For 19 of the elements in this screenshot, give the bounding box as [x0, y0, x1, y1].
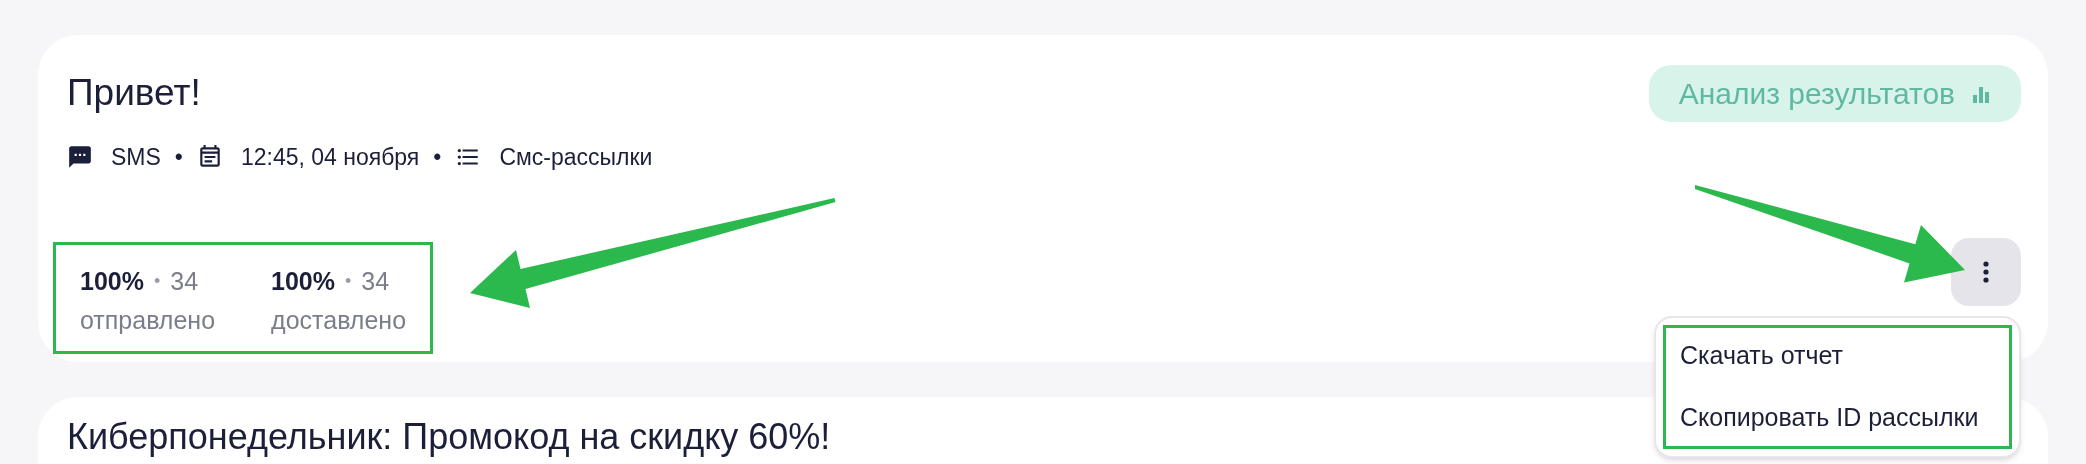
card-title: Киберпонедельник: Промокод на скидку 60%!	[67, 417, 831, 457]
separator-dot: •	[433, 143, 442, 172]
stat-label: отправлено	[80, 305, 216, 336]
meta-text: 12:45, 04 ноября	[240, 143, 420, 172]
stat-count: 34	[361, 265, 390, 297]
more-button[interactable]	[1951, 237, 2021, 306]
menu-item[interactable]: Скопировать ID рассылки	[1680, 386, 2009, 448]
stat-percent: 100%	[80, 265, 144, 297]
stat-count: 34	[170, 265, 199, 297]
menu-item[interactable]: Скачать отчет	[1680, 325, 2009, 387]
separator-dot: •	[174, 143, 183, 172]
meta-text: Смс-рассылки	[499, 143, 653, 172]
more-icon	[1983, 260, 1989, 283]
stat-label: доставлено	[271, 305, 407, 336]
stat-percent: 100%	[271, 265, 335, 297]
meta-text: SMS	[111, 143, 161, 172]
card-title: Привет!	[67, 71, 201, 115]
separator-dot: •	[153, 269, 161, 293]
separator-dot: •	[345, 269, 352, 293]
